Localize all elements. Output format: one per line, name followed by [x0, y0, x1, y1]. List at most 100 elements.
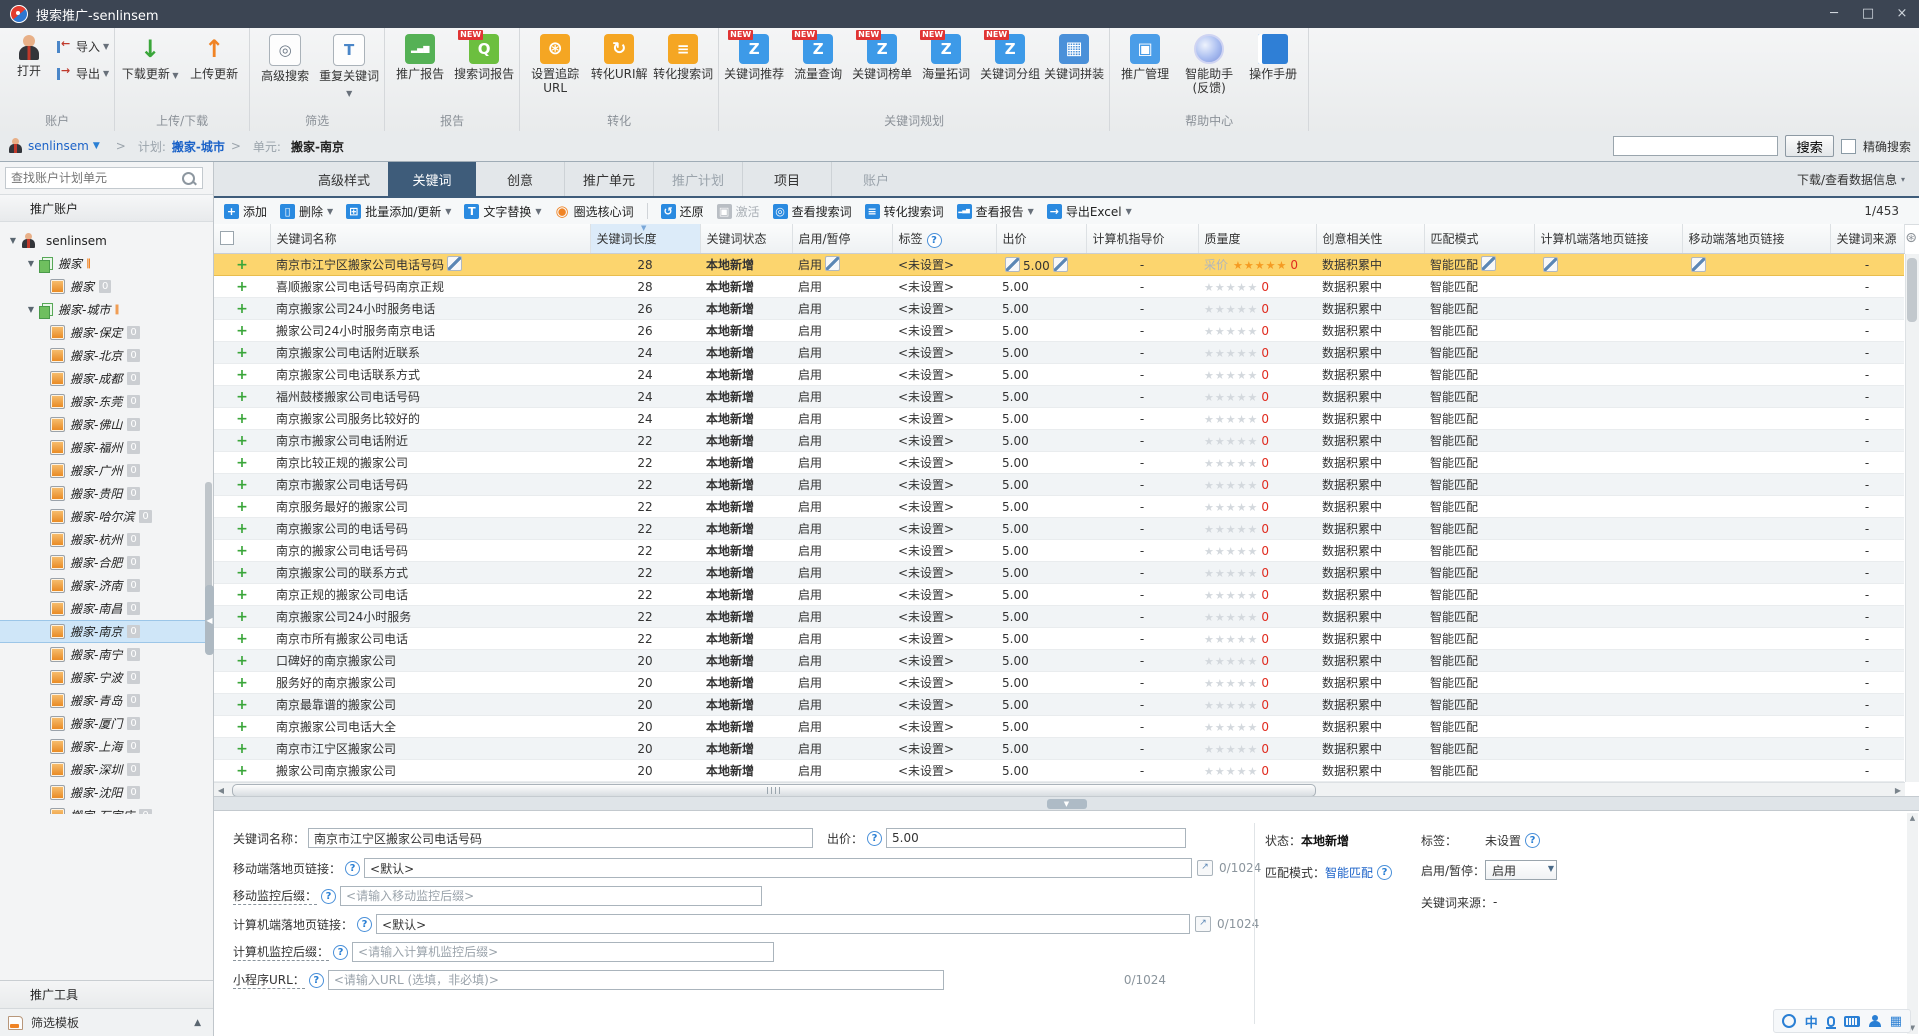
sidebar-search-input[interactable] — [6, 171, 182, 185]
ribbon-button[interactable]: ↻ 转化URI解 — [587, 30, 651, 81]
edit-pencil-icon[interactable] — [1691, 256, 1706, 272]
table-row[interactable]: + 福州鼓楼搬家公司电话号码 24 本地新增 启用 <未设置> 5.00- ★★★★★ 0 数据积… — [214, 385, 1904, 408]
table-row[interactable]: + 南京搬家公司的电话号码 22 本地新增 启用 <未设置> 5.00- ★★★★★ 0 数据积累… — [214, 517, 1904, 540]
column-header-出价[interactable]: 出价 — [996, 224, 1087, 254]
add-plus-icon[interactable]: + — [236, 719, 248, 735]
toolbar-button-还原[interactable]: ↺ 还原 — [660, 203, 704, 220]
detail-mobile-url-input[interactable] — [364, 858, 1193, 878]
ribbon-button[interactable]: ▂▄▆ 推广报告 — [388, 30, 452, 81]
global-search-input[interactable] — [1613, 136, 1779, 156]
menu-grid-icon[interactable]: ▦ — [1890, 1014, 1902, 1029]
toolbar-button-转化搜索词[interactable]: ≡ 转化搜索词 — [864, 203, 944, 220]
microphone-icon[interactable] — [1825, 1015, 1836, 1029]
vscroll-thumb[interactable] — [1907, 258, 1917, 322]
add-plus-icon[interactable]: + — [236, 301, 248, 317]
exact-search-checkbox[interactable] — [1840, 138, 1856, 154]
import-button[interactable]: 导入 ▼ — [57, 37, 109, 55]
open-button[interactable]: 打开 — [3, 30, 55, 78]
pc-url-help-icon[interactable]: ? — [357, 916, 373, 932]
ribbon-button[interactable]: ≡ 转化搜索词 — [651, 30, 715, 81]
column-header-关键词名称[interactable]: 关键词名称 — [270, 224, 591, 254]
tree-item[interactable]: 搬家 0 — [0, 275, 213, 298]
keyboard-icon[interactable] — [1843, 1015, 1860, 1027]
add-plus-icon[interactable]: + — [236, 697, 248, 713]
hscroll-right-arrow-icon[interactable]: ▶ — [1891, 783, 1905, 797]
tree-item[interactable]: 搬家-南京 0 — [0, 620, 213, 643]
add-plus-icon[interactable]: + — [236, 631, 248, 647]
pc-url-external-icon[interactable]: ↗ — [1195, 916, 1212, 932]
breadcrumb-plan[interactable]: 搬家-城市 — [172, 138, 225, 155]
collapse-icon[interactable]: ▲ — [194, 1018, 201, 1028]
detail-mobile-suffix-input[interactable] — [340, 886, 763, 906]
expander-icon[interactable]: ▼ — [8, 236, 18, 245]
detail-miniapp-input[interactable] — [327, 970, 944, 990]
maximize-button[interactable]: □ — [1851, 0, 1885, 26]
ribbon-button[interactable]: ↓ 下载更新 ▼ — [118, 30, 182, 83]
edit-pencil-icon[interactable] — [1052, 256, 1068, 272]
table-row[interactable]: + 南京市所有搬家公司电话 22 本地新增 启用 <未设置> 5.00- ★★★★★ 0 数据积累… — [214, 627, 1904, 650]
tree-item[interactable]: 搬家-青岛 0 — [0, 689, 213, 712]
column-header-启用/暂停[interactable]: 启用/暂停 — [792, 224, 893, 254]
tree-item[interactable]: 搬家-深圳 0 — [0, 758, 213, 781]
tree-item[interactable]: 搬家-杭州 0 — [0, 528, 213, 551]
tree-item[interactable]: 搬家-沈阳 0 — [0, 781, 213, 804]
tree-item[interactable]: 搬家-成都 0 — [0, 367, 213, 390]
column-header-计算机端落地页链接[interactable]: 计算机端落地页链接 — [1534, 224, 1683, 254]
detail-match-value[interactable]: 智能匹配 — [1325, 864, 1373, 881]
tree-item[interactable]: 搬家-济南 0 — [0, 574, 213, 597]
add-plus-icon[interactable]: + — [236, 653, 248, 669]
add-plus-icon[interactable]: + — [236, 367, 248, 383]
tree-item[interactable]: 搬家-宁波 0 — [0, 666, 213, 689]
edit-pencil-icon[interactable] — [825, 256, 841, 271]
add-plus-icon[interactable]: + — [236, 499, 248, 515]
add-plus-icon[interactable]: + — [236, 323, 248, 339]
detail-pc-suffix-input[interactable] — [352, 942, 775, 962]
ime-language-indicator[interactable]: 中 — [1805, 1012, 1818, 1031]
tree-item[interactable]: 搬家-贵阳 0 — [0, 482, 213, 505]
mobile-url-external-icon[interactable]: ↗ — [1197, 860, 1214, 876]
mobile-suffix-help-icon[interactable]: ? — [321, 888, 337, 904]
add-plus-icon[interactable]: + — [236, 455, 248, 471]
add-plus-icon[interactable]: + — [236, 609, 248, 625]
add-plus-icon[interactable]: + — [236, 565, 248, 581]
add-plus-icon[interactable]: + — [236, 587, 248, 603]
table-row[interactable]: + 南京搬家公司的联系方式 22 本地新增 启用 <未设置> 5.00- ★★★★★ 0 数据积累… — [214, 561, 1904, 584]
column-settings-gear-icon[interactable]: ⊛ — [1905, 230, 1917, 246]
table-vertical-scrollbar[interactable] — [1905, 254, 1919, 782]
miniapp-help-icon[interactable]: ? — [308, 972, 324, 988]
add-plus-icon[interactable]: + — [236, 675, 248, 691]
tab-推广单元[interactable]: 推广单元 — [564, 162, 653, 196]
tree-item[interactable]: 搬家-厦门 0 — [0, 712, 213, 735]
tree-item[interactable]: ▼ senlinsem — [0, 229, 213, 252]
edit-pencil-icon[interactable] — [1005, 256, 1020, 272]
table-row[interactable]: + 南京比较正规的搬家公司 22 本地新增 启用 <未设置> 5.00- ★★★★★ 0 数据积累… — [214, 451, 1904, 474]
tab-高级样式[interactable]: 高级样式 — [300, 162, 388, 196]
detail-pc-url-input[interactable] — [376, 914, 1191, 934]
add-plus-icon[interactable]: + — [236, 279, 248, 295]
ribbon-button[interactable]: NEW Q 搜索词报告 — [452, 30, 516, 81]
sidebar-section-tools[interactable]: 推广工具 — [0, 980, 213, 1008]
column-header-计算机指导价[interactable]: 计算机指导价 — [1086, 224, 1199, 254]
download-view-data-link[interactable]: 下载/查看数据信息 ▾ — [1797, 162, 1919, 196]
panel-splitter[interactable]: ▼ — [214, 796, 1919, 811]
hscroll-left-arrow-icon[interactable]: ◀ — [214, 783, 228, 797]
account-menu-caret-icon[interactable]: ▼ — [93, 141, 100, 151]
add-plus-icon[interactable]: + — [236, 741, 248, 757]
ribbon-button[interactable]: NEW Z 关键词榜单 — [850, 30, 914, 81]
detail-scroll-up-icon[interactable]: ▲ — [1907, 813, 1918, 824]
tag-help-icon[interactable]: ? — [1525, 832, 1541, 848]
ribbon-button[interactable]: ⊛ 设置追踪URL — [523, 30, 587, 95]
table-row[interactable]: + 口碑好的南京搬家公司 20 本地新增 启用 <未设置> 5.00- ★★★★★ 0 数据积累中… — [214, 649, 1904, 672]
tree-item[interactable]: 搬家-佛山 0 — [0, 413, 213, 436]
match-help-icon[interactable]: ? — [1377, 864, 1393, 880]
tree-item[interactable]: 搬家-北京 0 — [0, 344, 213, 367]
table-row[interactable]: + 服务好的南京搬家公司 20 本地新增 启用 <未设置> 5.00- ★★★★★ 0 数据积累中… — [214, 671, 1904, 694]
add-plus-icon[interactable]: + — [236, 763, 248, 779]
toolbar-button-圈选核心词[interactable]: ◉ 圈选核心词 — [555, 202, 634, 220]
tree-item[interactable]: 搬家-东莞 0 — [0, 390, 213, 413]
toolbar-button-添加[interactable]: + 添加 — [224, 203, 267, 220]
table-row[interactable]: + 南京市江宁区搬家公司电话号码 28 本地新增 启用 <未设置> 5.00- 采价 ★★★★★… — [214, 253, 1904, 276]
tab-关键词[interactable]: 关键词 — [388, 162, 476, 196]
table-row[interactable]: + 南京市搬家公司电话附近 22 本地新增 启用 <未设置> 5.00- ★★★★★ 0 数据积累… — [214, 429, 1904, 452]
detail-bid-input[interactable] — [886, 828, 1187, 848]
